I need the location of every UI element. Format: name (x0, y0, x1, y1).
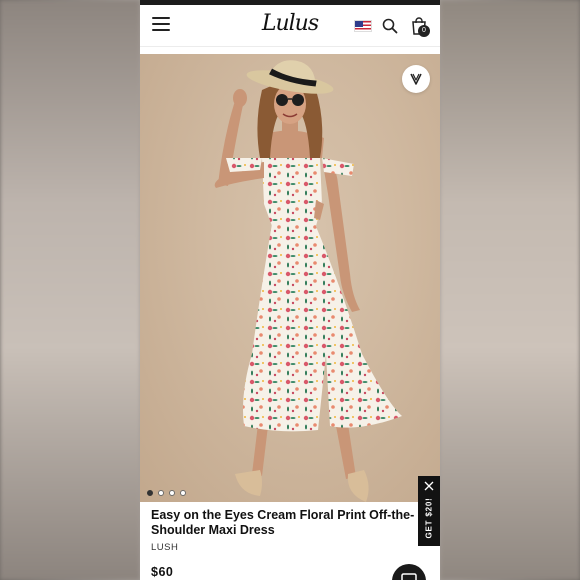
product-brand[interactable]: LUSH (151, 542, 178, 553)
product-title: Easy on the Eyes Cream Floral Print Off-… (151, 508, 415, 537)
carousel-dot[interactable] (169, 490, 175, 496)
product-price: $60 (151, 565, 174, 579)
heart-icon (410, 73, 422, 85)
background-blur-left (0, 0, 140, 580)
us-flag-icon[interactable] (354, 20, 372, 32)
search-icon[interactable] (382, 18, 398, 34)
product-photo[interactable] (140, 54, 440, 502)
promo-label: GET $20! (424, 497, 434, 539)
close-icon[interactable] (423, 480, 435, 492)
carousel-dots (147, 490, 186, 496)
bag-count-badge: 0 (418, 25, 430, 37)
promo-tab[interactable]: GET $20! (418, 476, 440, 546)
background-blur-right (440, 0, 580, 580)
lulus-logo[interactable]: Lulus (258, 11, 322, 41)
carousel-dot[interactable] (158, 490, 164, 496)
chat-icon (401, 573, 417, 580)
carousel-dot[interactable] (147, 490, 153, 496)
model-illustration (214, 60, 402, 502)
phone-screen: Lulus 0 Easy on the Eyes Cream Floral Pr… (140, 0, 440, 580)
favorite-heart-button[interactable] (402, 65, 430, 93)
chat-button[interactable] (392, 564, 426, 580)
site-header: Lulus 0 (140, 5, 440, 47)
hamburger-menu-icon[interactable] (152, 17, 170, 33)
carousel-dot[interactable] (180, 490, 186, 496)
